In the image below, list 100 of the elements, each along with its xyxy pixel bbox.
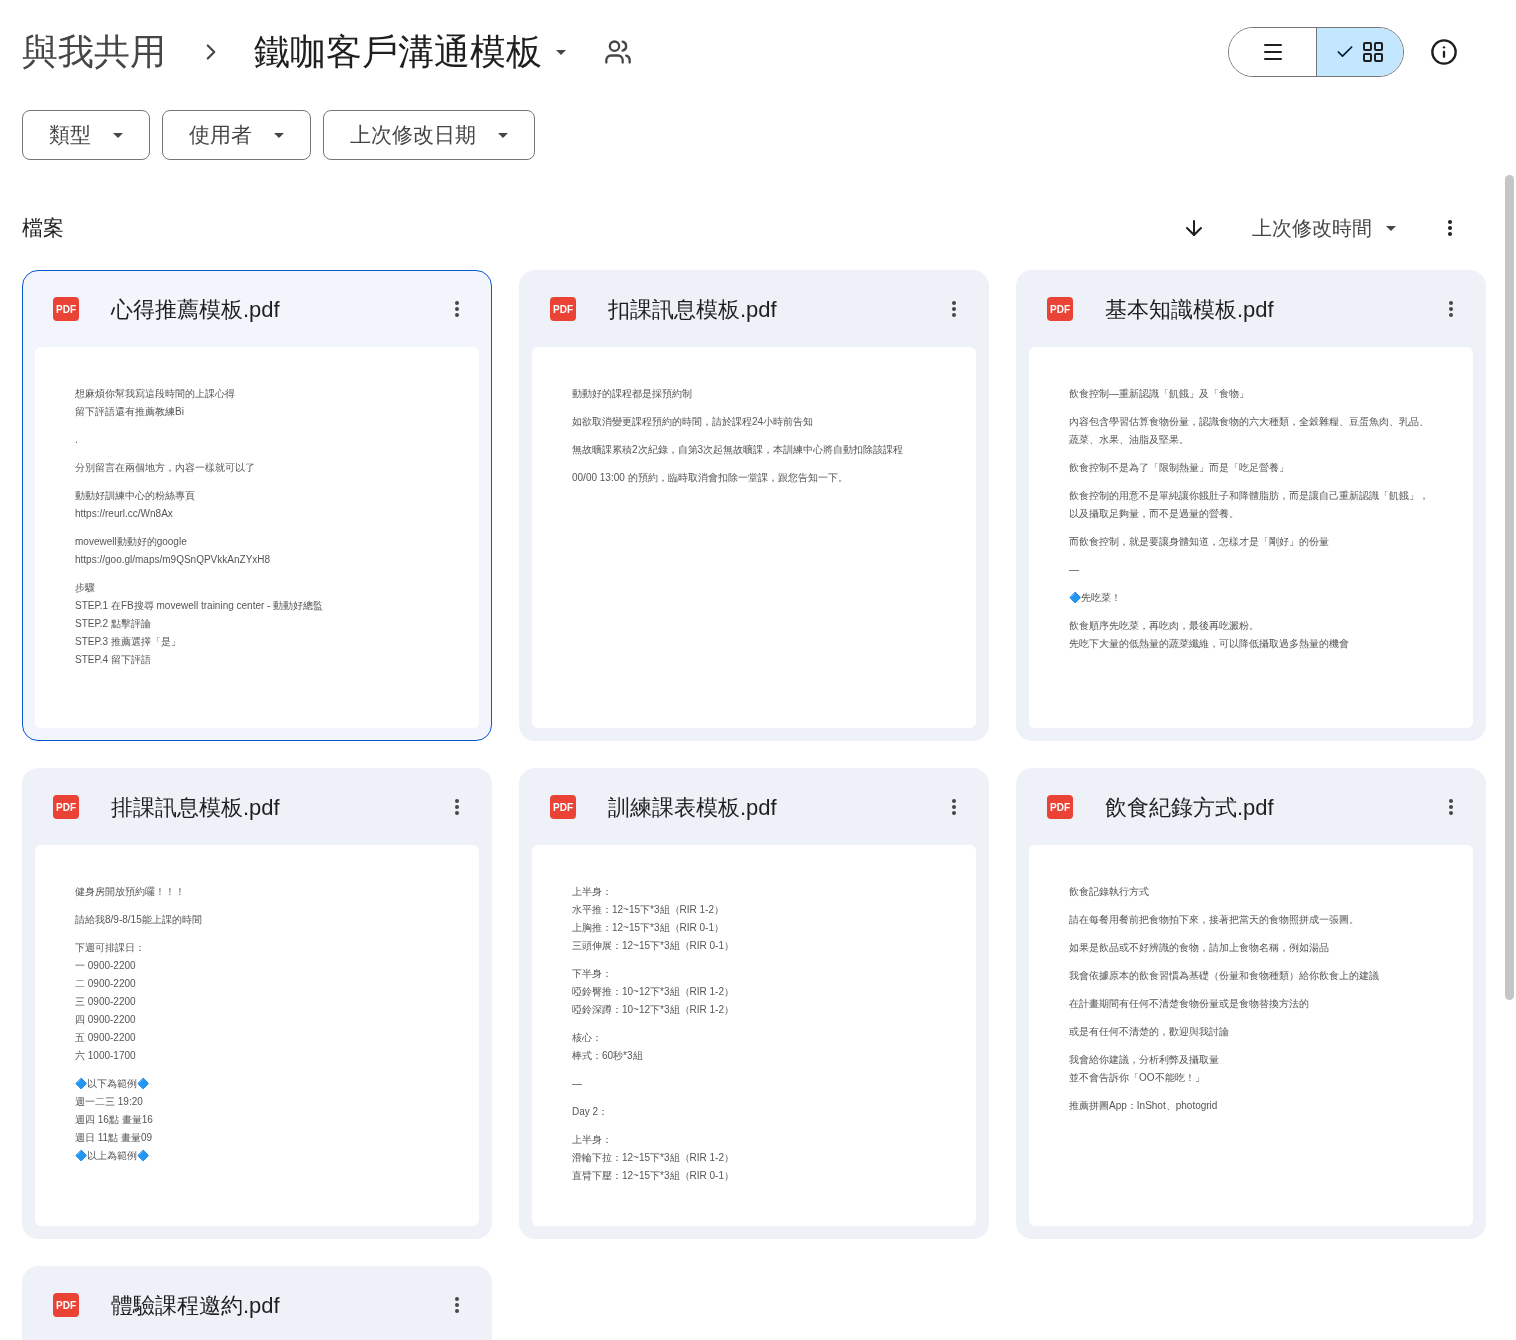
preview-text: 上半身： [572,1133,613,1147]
more-vert-icon [455,299,459,319]
preview-text: 水平推：12~15下*3組（RIR 1-2） [572,903,725,917]
preview-text: 週一二三 19:20 [75,1095,144,1109]
file-name: 飲食紀錄方式.pdf [1105,793,1274,822]
preview-text: 並不會告訴你「OO不能吃！」 [1069,1071,1206,1085]
file-name: 訓練課表模板.pdf [608,793,777,822]
preview-text: 飲食記錄執行方式 [1069,885,1150,899]
preview-text: movewell動動好的google [75,535,188,549]
preview-text: 上半身： [572,885,613,899]
preview-text: — [1069,563,1080,577]
preview-text: 啞鈴深蹲：10~12下*3組（RIR 1-2） [572,1003,735,1017]
preview-text: 三 0900-2200 [75,995,137,1009]
pdf-icon: PDF [550,795,576,819]
preview-text: STEP.2 點擊評論 [75,617,152,631]
preview-text: 步驟 [75,581,96,595]
caret-icon [113,132,123,138]
file-card[interactable]: PDF 體驗課程邀約.pdf [22,1266,492,1340]
preview-text: 下半身： [572,967,613,981]
preview-text: 健身房開放預約囉！！！ [75,885,186,899]
file-card[interactable]: PDF 排課訊息模板.pdf 健身房開放預約囉！！！ 請給我8/9-8/15能上課的時間 下週可排課日： 一 0900-2200 二 0900-2200 三 0900-2200 四 0900-2200 五 0900-2200 六 1000-1700 🔷以下為範例🔷 週一二三 19:20 週四 16點 畫量16 週日 11點 畫量09 🔷以上為範例🔷 [22,768,492,1239]
file-name: 基本知識模板.pdf [1105,295,1274,324]
preview-text: 棒式：60秒*3組 [572,1049,644,1063]
preview-text: 🔷以上為範例🔷 [75,1149,150,1163]
preview-text: 下週可排課日： [75,941,146,955]
preview-text: 或是有任何不清楚的，歡迎與我討論 [1069,1025,1230,1039]
caret-icon [1386,225,1396,231]
preview-text: 而飲食控制，就是要讓身體知道，怎樣才是「剛好」的份量 [1069,535,1330,549]
scrollbar-thumb[interactable] [1505,175,1514,1000]
more-vert-icon [1449,299,1453,319]
preview-text: 🔷以下為範例🔷 [75,1077,150,1091]
preview-text: 想麻煩你幫我寫這段時間的上課心得 [75,387,236,401]
preview-text: 先吃下大量的低熱量的蔬菜纖維，可以降低攝取過多熱量的機會 [1069,637,1350,651]
pdf-icon: PDF [550,297,576,321]
preview-text: 蔬菜、水果、油脂及堅果。 [1069,433,1190,447]
preview-text: 請給我8/9-8/15能上課的時間 [75,913,203,927]
preview-text: 五 0900-2200 [75,1031,137,1045]
preview-text: 三頭伸展：12~15下*3組（RIR 0-1） [572,939,735,953]
preview-text: 如果是飲品或不好辨識的食物，請加上食物名稱，例如湯品 [1069,941,1330,955]
preview-text: 留下評語還有推薦教練Bi [75,405,185,419]
preview-text: 飲食控制—重新認識「飢餓」及「食物」 [1069,387,1250,401]
pdf-icon: PDF [1047,297,1073,321]
preview-text: https://goo.gl/maps/m9QSnQPVkkAnZYxH8 [75,553,272,567]
preview-text: 飲食控制不是為了「限制熱量」而是「吃足營養」 [1069,461,1290,475]
file-card[interactable] [1016,270,1486,741]
file-card[interactable] [22,270,492,741]
preview-text: 二 0900-2200 [75,977,137,991]
preview-text: 我會依據原本的飲食習慣為基礎（份量和食物種類）給你飲食上的建議 [1069,969,1380,983]
preview-text: 四 0900-2200 [75,1013,137,1027]
pdf-icon: PDF [53,297,79,321]
filter-chip[interactable]: 類型 [22,110,150,160]
preview-text: STEP.1 在FB搜尋 movewell training center - 動動好總監 [75,599,325,613]
preview-text: 內容包含學習估算食物份量，認識食物的六大種類，全穀雜糧、豆蛋魚肉、乳品、 [1069,415,1430,429]
file-name: 排課訊息模板.pdf [111,793,280,822]
preview-text: 動動好訓練中心的粉絲專頁 [75,489,196,503]
filter-chip[interactable]: 使用者 [162,110,311,160]
preview-text: 飲食順序先吃菜，再吃肉，最後再吃澱粉。 [1069,619,1260,633]
file-card[interactable] [1016,768,1486,1239]
preview-text: 六 1000-1700 [75,1049,137,1063]
preview-text: 以及攝取足夠量，而不是過量的營養。 [1069,507,1240,521]
section-title: 檔案 [22,215,64,242]
pdf-icon: PDF [1047,795,1073,819]
grid-view-button[interactable] [1316,28,1403,76]
preview-text: https://reurl.cc/Wn8Ax [75,507,174,521]
grid-icon [1361,40,1385,64]
preview-text: 如欲取消變更課程預約的時間，請於課程24小時前告知 [572,415,815,429]
preview-text: 推薦拼圖App：InShot、photogrid [1069,1099,1219,1113]
preview-text: 分別留言在兩個地方，內容一樣就可以了 [75,461,256,475]
people-icon[interactable] [604,38,632,66]
file-name: 扣課訊息模板.pdf [608,295,777,324]
preview-text: 滑輪下拉：12~15下*3組（RIR 1-2） [572,1151,735,1165]
preview-text: STEP.3 推薦選擇「是」 [75,635,182,649]
preview-text: 一 0900-2200 [75,959,137,973]
preview-text: 上胸推：12~15下*3組（RIR 0-1） [572,921,725,935]
more-vert-icon [455,1295,459,1315]
caret-icon [274,132,284,138]
preview-text: 00/00 13:00 的預約，臨時取消會扣除一堂課，跟您告知一下。 [572,471,849,485]
breadcrumb-link[interactable]: 與我共用 [22,25,166,79]
preview-text: 週四 16點 畫量16 [75,1113,154,1127]
sort-button[interactable]: 上次修改時間 [1252,213,1396,243]
filter-chip[interactable]: 上次修改日期 [323,110,535,160]
preview-text: . [75,433,79,447]
preview-text: 直臂下壓：12~15下*3組（RIR 0-1） [572,1169,735,1183]
more-vert-icon [952,299,956,319]
file-name: 心得推薦模板.pdf [111,295,280,324]
preview-text: 動動好的課程都是採預約制 [572,387,693,401]
preview-text: 核心： [572,1031,603,1045]
preview-text: Day 2： [572,1105,610,1119]
folder-title-button[interactable]: 鐵咖客戶溝通模板 [254,25,566,79]
preview-text: 飲食控制的用意不是單純讓你餓肚子和降體脂肪，而是讓自己重新認識「飢餓」， [1069,489,1430,503]
preview-text: — [572,1077,583,1091]
caret-icon [556,49,566,55]
pdf-icon: PDF [53,795,79,819]
more-vert-icon [1449,797,1453,817]
info-icon[interactable] [1430,38,1458,66]
more-vert-icon [455,797,459,817]
preview-text: 我會給你建議，分析利弊及攝取量 [1069,1053,1220,1067]
file-card[interactable]: PDF 扣課訊息模板.pdf 動動好的課程都是採預約制 如欲取消變更課程預約的時間，請於課程24小時前告知 無故曠課累積2次紀錄，自第3次起無故曠課，本訓練中心將自動扣除該課程 00/00 13:00 的預約，臨時取消會扣除一堂課，跟您告知一下。 [519,270,989,741]
preview-text: 🔷先吃菜！ [1069,591,1122,605]
pdf-icon: PDF [53,1293,79,1317]
